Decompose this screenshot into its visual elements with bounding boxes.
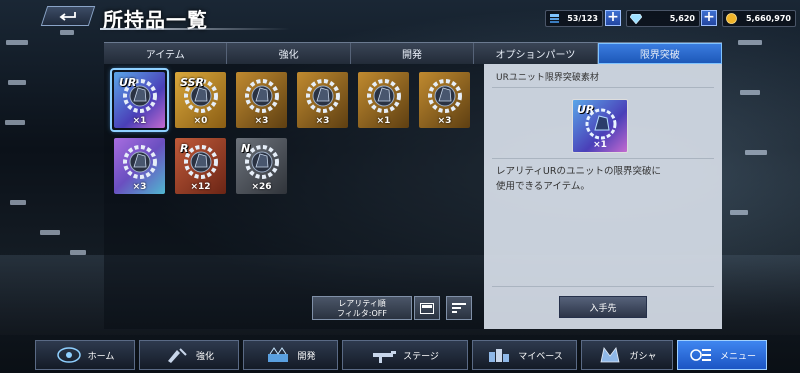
gear-icon <box>367 79 401 113</box>
unit-capacity-value: 53/123 <box>567 14 598 23</box>
nav-label: ガシャ <box>629 351 657 362</box>
nav-develop[interactable]: 開発 <box>243 340 338 370</box>
gem-icon <box>629 12 642 25</box>
gear-icon <box>123 145 157 179</box>
divider <box>492 286 714 287</box>
inventory-item[interactable]: UR ×1 <box>110 68 169 132</box>
item-count: ×0 <box>193 116 208 126</box>
item-count: ×26 <box>251 182 272 192</box>
inventory-item[interactable]: ×3 <box>295 70 350 130</box>
inventory-item[interactable]: ×3 <box>417 70 472 130</box>
item-rarity: N <box>241 142 251 155</box>
gem-value: 5,620 <box>669 14 695 23</box>
unit-head-icon <box>585 108 617 140</box>
coin-icon <box>725 12 738 25</box>
nav-label: ステージ <box>403 351 439 362</box>
home-icon <box>56 344 82 366</box>
inventory-item[interactable]: ×3 <box>112 136 167 196</box>
back-arrow-icon <box>59 12 76 21</box>
item-detail-panel: URユニット限界突破素材 UR ×1 レアリティURのユニットの限界突破に 使用… <box>484 64 722 329</box>
coin-value: 5,660,970 <box>745 14 791 23</box>
gacha-icon <box>597 344 623 366</box>
divider <box>492 158 714 159</box>
category-tabs: アイテム 強化 開発 オプションパーツ 限界突破 <box>104 42 723 64</box>
gear-icon <box>428 79 462 113</box>
detail-count: ×1 <box>593 140 607 150</box>
nav-enhance[interactable]: 強化 <box>139 340 239 370</box>
nav-label: マイベース <box>518 351 563 362</box>
item-rarity: UR <box>119 76 137 89</box>
inventory-item[interactable]: SSR ×0 <box>173 70 228 130</box>
divider <box>492 87 714 88</box>
inventory-item[interactable]: R ×12 <box>173 136 228 196</box>
back-button[interactable] <box>40 6 96 26</box>
nav-home[interactable]: ホーム <box>35 340 135 370</box>
nav-gacha[interactable]: ガシャ <box>581 340 673 370</box>
inventory-item[interactable]: N ×26 <box>234 136 289 196</box>
add-gems-button[interactable]: + <box>701 10 717 26</box>
item-grid-panel: UR ×1 SSR ×0 ×3 ×3 ×1 ×3 ×3 R ×12 N ×26 レアリティ順 フィルタ:… <box>104 64 484 329</box>
sort-filter-button[interactable]: レアリティ順 フィルタ:OFF <box>312 296 412 320</box>
unit-capacity-display: 53/123 <box>545 10 603 27</box>
description-line: 使用できるアイテム。 <box>496 181 590 192</box>
nav-mybase[interactable]: マイベース <box>472 340 577 370</box>
tab-option-parts[interactable]: オプションパーツ <box>474 43 598 64</box>
item-count: ×3 <box>254 116 269 126</box>
inventory-item[interactable]: ×1 <box>356 70 411 130</box>
description-line: レアリティURのユニットの限界突破に <box>496 166 661 177</box>
nav-label: メニュー <box>719 351 756 362</box>
develop-icon <box>265 344 291 366</box>
sort-icon <box>452 303 466 313</box>
detail-title: URユニット限界突破素材 <box>496 73 599 83</box>
unit-stack-icon <box>548 12 561 25</box>
add-capacity-button[interactable]: + <box>605 10 621 26</box>
gear-icon <box>306 79 340 113</box>
gear-icon <box>245 79 279 113</box>
filter-button[interactable] <box>414 296 440 320</box>
item-rarity: SSR <box>180 76 204 89</box>
bottom-navigation: ホーム 強化 開発 ステージ マイベース ガシャ メニュー <box>35 340 775 370</box>
item-count: ×3 <box>132 182 147 192</box>
stage-icon <box>371 344 397 366</box>
item-count: ×1 <box>376 116 391 126</box>
nav-menu[interactable]: メニュー <box>677 340 767 370</box>
item-count: ×12 <box>190 182 211 192</box>
title-underline <box>100 28 290 30</box>
nav-label: 強化 <box>195 351 214 362</box>
inventory-item[interactable]: ×3 <box>234 70 289 130</box>
mybase-icon <box>486 344 512 366</box>
item-count: ×3 <box>437 116 452 126</box>
coin-display: 5,660,970 <box>722 10 796 27</box>
detail-item-icon: UR ×1 <box>572 99 628 153</box>
obtain-source-button[interactable]: 入手先 <box>559 296 647 318</box>
nav-label: 開発 <box>297 351 316 362</box>
nav-stage[interactable]: ステージ <box>342 340 468 370</box>
tab-item[interactable]: アイテム <box>104 43 228 64</box>
item-rarity: R <box>180 142 189 155</box>
tab-enhance[interactable]: 強化 <box>227 43 351 64</box>
sort-order-label: レアリティ順 <box>338 299 386 308</box>
item-count: ×3 <box>315 116 330 126</box>
item-grid: UR ×1 SSR ×0 ×3 ×3 ×1 ×3 ×3 R ×12 N ×26 <box>110 68 482 196</box>
tab-develop[interactable]: 開発 <box>351 43 475 64</box>
filter-state-label: フィルタ:OFF <box>336 309 388 318</box>
gem-display: 5,620 <box>626 10 700 27</box>
enhance-icon <box>164 344 190 366</box>
nav-label: ホーム <box>87 351 115 362</box>
menu-icon <box>688 344 714 366</box>
sort-direction-button[interactable] <box>446 296 472 320</box>
tab-limit-break[interactable]: 限界突破 <box>597 43 723 64</box>
filter-window-icon <box>420 302 434 314</box>
detail-description: レアリティURのユニットの限界突破に 使用できるアイテム。 <box>496 164 711 194</box>
item-count: ×1 <box>132 116 147 126</box>
